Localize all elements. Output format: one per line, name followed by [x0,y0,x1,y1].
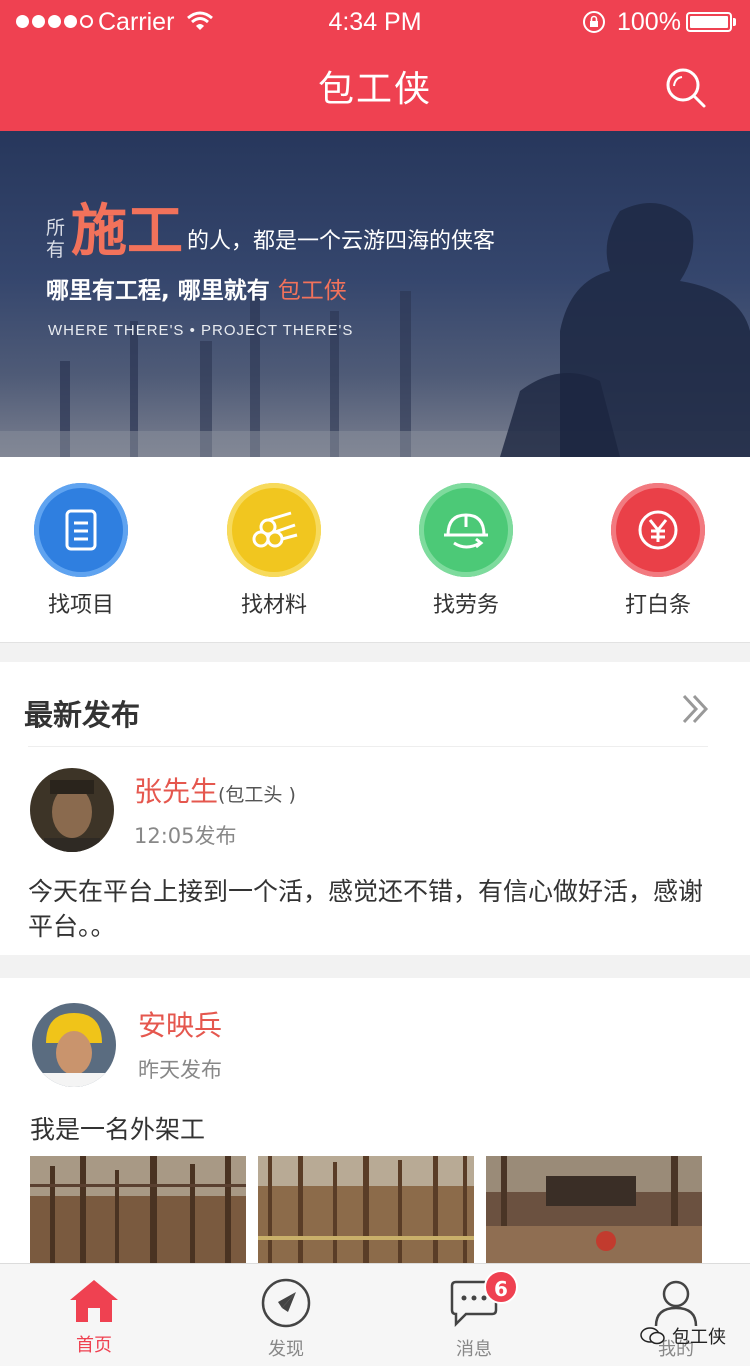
quick-find-project-label: 找项目 [47,593,114,618]
pipes-icon [227,483,321,577]
watermark-text: 包工侠 [672,1327,726,1348]
banner-small-top: 所 [46,217,66,239]
tab-home[interactable]: 首页 [34,1278,154,1357]
tab-discover[interactable]: 发现 [226,1278,346,1361]
banner-line2-highlight: 包工侠 [277,278,347,304]
quick-iou[interactable]: 打白条 [583,483,733,619]
post-image-2[interactable] [258,1156,474,1266]
post-time: 昨天发布 [138,1058,222,1082]
post-content: 我是一名外架工 [30,1115,206,1144]
compass-icon [261,1278,311,1328]
tab-messages[interactable]: 6 消息 [414,1270,534,1361]
tab-home-label: 首页 [76,1335,112,1356]
post-author[interactable]: 张先生(包工头 ) [134,770,296,810]
post-card: 安映兵 昨天发布 我是一名外架工 [0,978,750,1268]
unread-badge: 6 [484,1270,518,1304]
battery-icon [686,12,732,32]
post-author-name: 张先生 [134,775,219,808]
quick-find-material[interactable]: 找材料 [199,483,349,619]
search-icon[interactable] [664,66,708,110]
divider [28,746,708,747]
banner-small-text: 所 有 [46,217,65,261]
double-chevron-right-icon[interactable] [680,692,710,726]
quick-find-labor[interactable]: 找劳务 [391,483,541,619]
battery-tip [733,18,736,26]
quick-find-labor-label: 找劳务 [432,593,499,618]
banner-english-tagline: WHERE THERE'S • PROJECT THERE'S [48,322,354,339]
wechat-watermark: 包工侠 [640,1323,726,1349]
post-author-name[interactable]: 安映兵 [138,1004,222,1044]
banner-subheadline: 哪里有工程, 哪里就有 包工侠 [46,271,347,305]
avatar[interactable] [30,768,114,852]
home-icon [70,1280,118,1322]
helmet-icon [419,483,513,577]
tab-messages-label: 消息 [456,1339,492,1360]
status-bar: Carrier 4:34 PM 100% [0,0,750,44]
hero-banner[interactable]: 所 有 施工 的人，都是一个云游四海的侠客 哪里有工程, 哪里就有 包工侠 WH… [0,131,750,457]
quick-actions: 找项目 找材料 找劳务 打白条 [0,457,750,643]
banner-small-bottom: 有 [46,239,66,261]
page-title: 包工侠 [317,69,432,110]
app-header: Carrier 4:34 PM 100% 包工侠 [0,0,750,131]
post-author-role: (包工头 ) [218,784,296,806]
latest-section: 最新发布 张先生(包工头 ) 12:05发布 今天在平台上接到一个活，感觉还不错… [0,662,750,955]
user-icon [654,1280,698,1327]
banner-line2-main: 哪里有工程, 哪里就有 [46,278,270,304]
banner-line1-rest: 的人，都是一个云游四海的侠客 [187,229,496,254]
avatar[interactable] [32,1003,116,1087]
banner-big-text: 施工 [71,199,184,264]
yuan-icon [611,483,705,577]
battery-percent: 100% [617,8,681,36]
quick-iou-label: 打白条 [624,593,691,618]
rotation-lock-icon [583,11,605,33]
tab-discover-label: 发现 [268,1339,304,1360]
wechat-icon [640,1327,665,1345]
banner-headline: 所 有 施工 的人，都是一个云游四海的侠客 [46,199,496,264]
document-icon [34,483,128,577]
post-time: 12:05发布 [134,824,237,848]
section-title: 最新发布 [24,698,141,732]
quick-find-project[interactable]: 找项目 [6,483,156,619]
quick-find-material-label: 找材料 [240,593,307,618]
post-content: 今天在平台上接到一个活，感觉还不错，有信心做好活，感谢平台。。 [28,877,704,941]
bottom-tab-bar: 首页 发现 6 消息 我的 [0,1263,750,1366]
post-image-3[interactable] [486,1156,702,1266]
post-image-1[interactable] [30,1156,246,1266]
